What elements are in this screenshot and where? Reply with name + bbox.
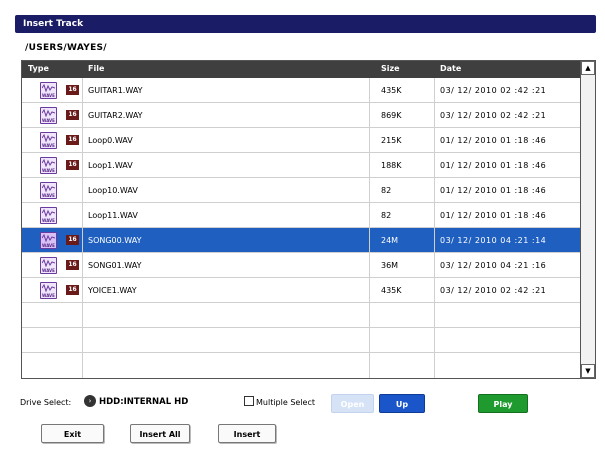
bit-depth-badge: 16 [66,110,79,120]
file-row[interactable] [22,328,580,353]
multiple-select-checkbox[interactable] [244,396,254,406]
file-row[interactable]: WAVE 16 Loop1.WAV 188K 01/ 12/ 2010 01 :18 :… [22,153,580,178]
column-header-type[interactable]: Type [28,64,49,73]
file-row[interactable]: WAVE 16 SONG01.WAY 36M 03/ 12/ 2010 04 :21 :… [22,253,580,278]
file-date: 01/ 12/ 2010 01 :18 :46 [440,186,547,195]
file-type-cell: WAVE 16 [22,278,82,303]
file-row[interactable]: WAVE 16 SONG00.WAY 24M 03/ 12/ 2010 04 :21 :… [22,228,580,253]
drive-select-label: Drive Select: [20,398,72,407]
file-type-cell: WAVE 16 [22,153,82,178]
file-name: Loop11.WAV [88,211,138,220]
up-button[interactable]: Up [379,394,425,413]
column-header-size[interactable]: Size [381,64,400,73]
wave-icon-label: WAVE [42,118,55,123]
current-path: /USERS/WAYES/ [25,43,107,53]
vertical-scrollbar[interactable]: ▲ ▼ [581,60,596,379]
file-name: Loop1.WAV [88,161,133,170]
wave-file-icon: WAVE [40,82,57,99]
wave-file-icon: WAVE [40,232,57,249]
column-header-file[interactable]: File [88,64,104,73]
wave-file-icon: WAVE [40,157,57,174]
multiple-select-label: Multiple Select [256,398,315,407]
wave-icon-label: WAVE [42,293,55,298]
file-size: 82 [381,211,392,220]
column-header-date[interactable]: Date [440,64,461,73]
dialog-title: Insert Track [23,19,84,29]
file-row[interactable] [22,303,580,328]
file-date: 01/ 12/ 2010 01 :18 :46 [440,136,547,145]
file-row[interactable]: WAVE Loop11.WAV 82 01/ 12/ 2010 01 :18 :46 [22,203,580,228]
open-button[interactable]: Open [331,394,374,413]
exit-button[interactable]: Exit [41,424,104,443]
wave-icon-label: WAVE [42,268,55,273]
dialog-title-bar: Insert Track [15,15,596,33]
scroll-up-button[interactable]: ▲ [581,61,595,75]
file-date: 01/ 12/ 2010 01 :18 :46 [440,161,547,170]
file-size: 188K [381,161,402,170]
column-divider [369,78,370,378]
file-name: YOICE1.WAY [88,286,137,295]
bit-depth-badge: 16 [66,285,79,295]
insert-button[interactable]: Insert [218,424,276,443]
wave-icon-label: WAVE [42,218,55,223]
bit-depth-badge: 16 [66,85,79,95]
file-size: 435K [381,286,402,295]
file-name: GUITAR2.WAY [88,111,143,120]
file-row[interactable]: WAVE 16 Loop0.WAV 215K 01/ 12/ 2010 01 :18 :… [22,128,580,153]
file-date: 03/ 12/ 2010 04 :21 :14 [440,236,547,245]
file-row[interactable]: WAVE Loop10.WAV 82 01/ 12/ 2010 01 :18 :46 [22,178,580,203]
file-list-header: Type File Size Date [22,61,580,78]
wave-icon-label: WAVE [42,193,55,198]
file-type-cell: WAVE 16 [22,103,82,128]
drive-select-value[interactable]: HDD:INTERNAL HD [99,397,188,407]
file-name: Loop0.WAV [88,136,133,145]
file-date: 03/ 12/ 2010 02 :42 :21 [440,286,547,295]
wave-file-icon: WAVE [40,282,57,299]
file-name: SONG00.WAY [88,236,142,245]
wave-file-icon: WAVE [40,207,57,224]
wave-file-icon: WAVE [40,107,57,124]
file-row[interactable]: WAVE 16 GUITAR1.WAY 435K 03/ 12/ 2010 02 :42… [22,78,580,103]
wave-icon-label: WAVE [42,243,55,248]
wave-icon-label: WAVE [42,168,55,173]
bit-depth-badge: 16 [66,135,79,145]
file-type-cell: WAVE [22,178,82,203]
drive-select-arrow-icon[interactable]: › [84,395,96,407]
scroll-down-button[interactable]: ▼ [581,364,595,378]
bit-depth-badge: 16 [66,235,79,245]
file-date: 01/ 12/ 2010 01 :18 :46 [440,211,547,220]
file-type-cell: WAVE 16 [22,228,82,253]
bit-depth-badge: 16 [66,260,79,270]
file-name: SONG01.WAY [88,261,142,270]
file-name: Loop10.WAV [88,186,138,195]
wave-icon-label: WAVE [42,93,55,98]
file-size: 82 [381,186,392,195]
file-type-cell: WAVE [22,203,82,228]
wave-file-icon: WAVE [40,132,57,149]
file-row[interactable]: WAVE 16 YOICE1.WAY 435K 03/ 12/ 2010 02 :42 … [22,278,580,303]
file-size: 36M [381,261,399,270]
wave-icon-label: WAVE [42,143,55,148]
file-list[interactable]: Type File Size Date WAVE 16 GUITAR1.WAY 435… [21,60,581,379]
file-date: 03/ 12/ 2010 04 :21 :16 [440,261,547,270]
wave-file-icon: WAVE [40,182,57,199]
file-type-cell: WAVE 16 [22,253,82,278]
column-divider [434,78,435,378]
file-row[interactable]: WAVE 16 GUITAR2.WAY 869K 03/ 12/ 2010 02 :42… [22,103,580,128]
file-name: GUITAR1.WAY [88,86,143,95]
play-button[interactable]: Play [478,394,528,413]
wave-file-icon: WAVE [40,257,57,274]
file-size: 24M [381,236,399,245]
column-divider [82,78,83,378]
file-type-cell: WAVE 16 [22,128,82,153]
file-size: 435K [381,86,402,95]
insert-all-button[interactable]: Insert All [130,424,190,443]
bit-depth-badge: 16 [66,160,79,170]
file-type-cell: WAVE 16 [22,78,82,103]
file-date: 03/ 12/ 2010 02 :42 :21 [440,111,547,120]
file-date: 03/ 12/ 2010 02 :42 :21 [440,86,547,95]
file-size: 869K [381,111,402,120]
file-size: 215K [381,136,402,145]
